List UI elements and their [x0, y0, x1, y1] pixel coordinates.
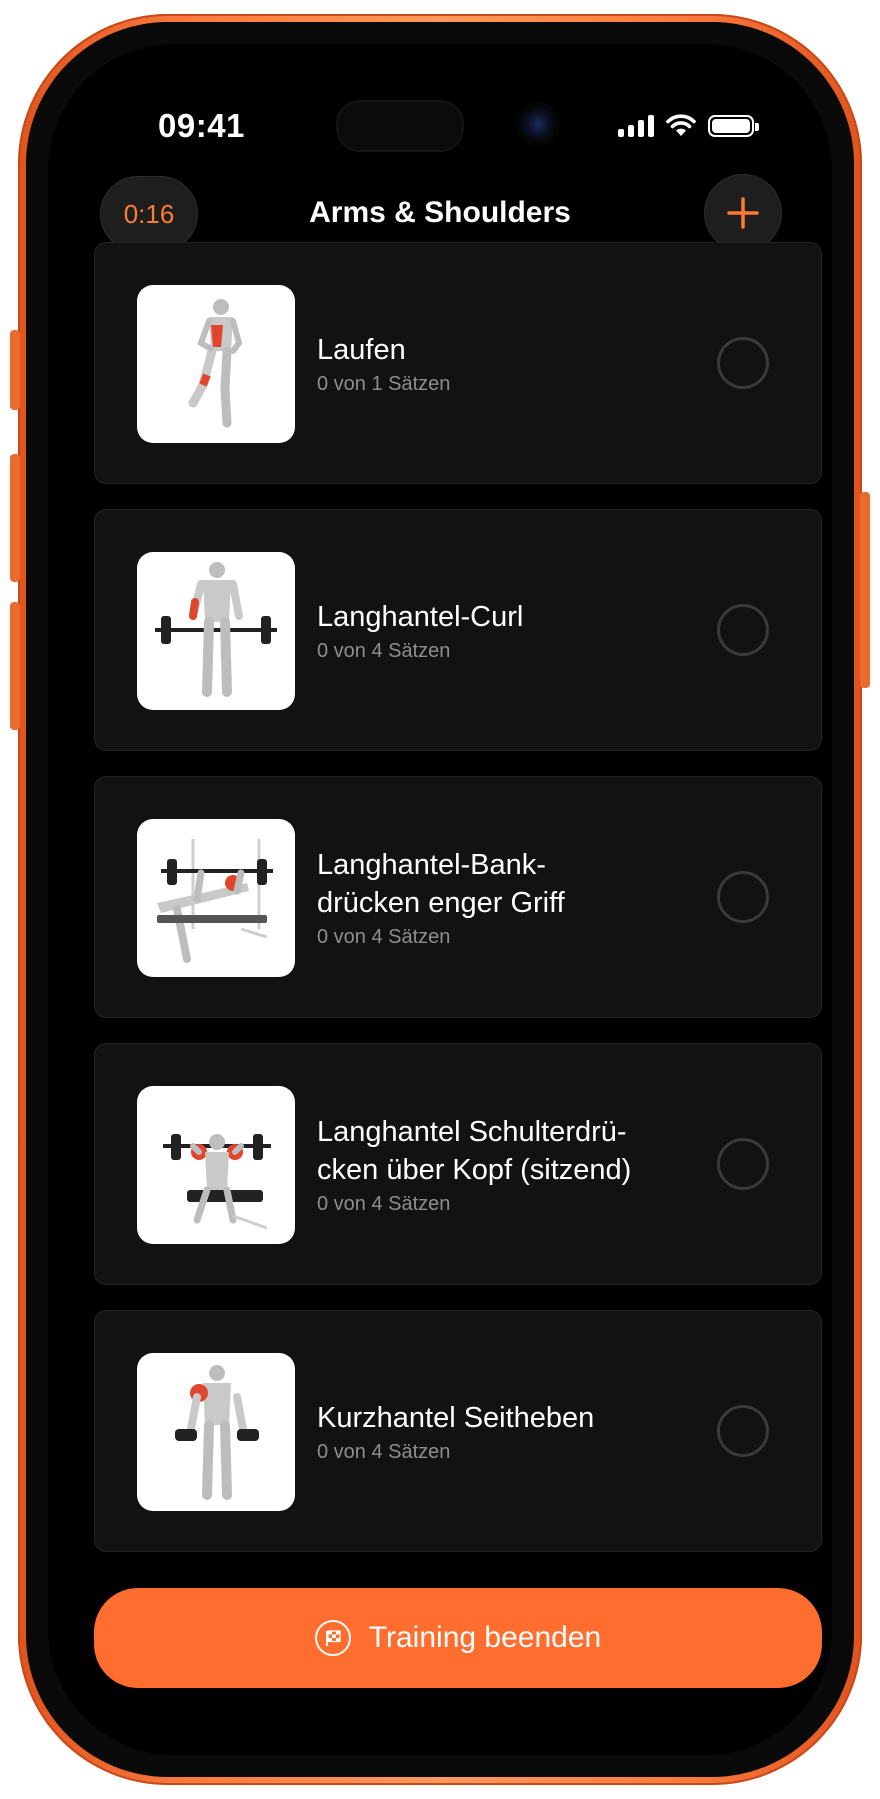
status-time: 09:41	[158, 107, 245, 144]
exercise-name: Laufen	[317, 333, 406, 366]
exercise-sets-progress: 0 von 4 Sätzen	[317, 639, 451, 662]
exercise-name: Langhantel-Curl	[317, 600, 524, 633]
status-icons	[618, 114, 759, 138]
action-button	[10, 330, 20, 410]
add-exercise-button[interactable]	[704, 174, 782, 252]
exercise-sets-progress: 0 von 4 Sätzen	[317, 1192, 451, 1215]
exercise-complete-checkbox[interactable]	[717, 337, 769, 389]
exercise-complete-checkbox[interactable]	[717, 871, 769, 923]
exercise-name: Kurzhantel Seitheben	[317, 1401, 595, 1434]
island-sensor	[336, 100, 464, 152]
bench-press-figure-image	[157, 839, 273, 963]
exercise-thumbnail	[137, 1353, 295, 1511]
exercise-thumbnail	[137, 552, 295, 710]
bezel: 09:41 0:16 Arms & Shoulders Laufen 0 von…	[26, 22, 854, 1777]
dynamic-island	[326, 86, 582, 162]
plus-icon	[727, 197, 759, 229]
overhead-press-figure-image	[163, 1134, 271, 1230]
lateral-raise-figure-image	[175, 1365, 259, 1500]
exercise-card[interactable]: Laufen 0 von 1 Sätzen	[94, 242, 822, 484]
exercise-card[interactable]: Langhantel-Curl 0 von 4 Sätzen	[94, 509, 822, 751]
exercise-thumbnail	[137, 819, 295, 977]
power-button	[860, 492, 870, 688]
exercise-sets-progress: 0 von 4 Sätzen	[317, 925, 451, 948]
volume-down-button	[10, 602, 20, 730]
exercise-card[interactable]: Kurzhantel Seitheben 0 von 4 Sätzen	[94, 1310, 822, 1552]
exercise-thumbnail	[137, 285, 295, 443]
exercise-complete-checkbox[interactable]	[717, 1138, 769, 1190]
finish-flag-icon	[314, 1620, 351, 1656]
exercise-sets-progress: 0 von 1 Sätzen	[317, 372, 451, 395]
running-figure-image	[188, 299, 243, 428]
front-camera	[516, 102, 560, 146]
exercise-card[interactable]: Langhantel Schulterdrü- cken über Kopf (…	[94, 1043, 822, 1285]
exercise-complete-checkbox[interactable]	[717, 1405, 769, 1457]
battery-icon	[708, 115, 759, 137]
barbell-curl-figure-image	[155, 562, 277, 697]
cellular-signal-icon	[618, 115, 654, 137]
screen: 09:41 0:16 Arms & Shoulders Laufen 0 von…	[48, 44, 832, 1755]
exercise-name: Langhantel-Bank- drücken enger Griff	[317, 848, 565, 919]
phone-frame: 09:41 0:16 Arms & Shoulders Laufen 0 von…	[10, 14, 870, 1785]
exercise-name: Langhantel Schulterdrü- cken über Kopf (…	[317, 1115, 632, 1186]
exercise-card[interactable]: Langhantel-Bank- drücken enger Griff 0 v…	[94, 776, 822, 1018]
wifi-icon	[666, 114, 696, 136]
volume-up-button	[10, 454, 20, 582]
exercise-sets-progress: 0 von 4 Sätzen	[317, 1440, 451, 1463]
exercise-complete-checkbox[interactable]	[717, 604, 769, 656]
finish-workout-label: Training beenden	[368, 1621, 602, 1654]
exercise-thumbnail	[137, 1086, 295, 1244]
finish-workout-button[interactable]: Training beenden	[94, 1588, 822, 1688]
